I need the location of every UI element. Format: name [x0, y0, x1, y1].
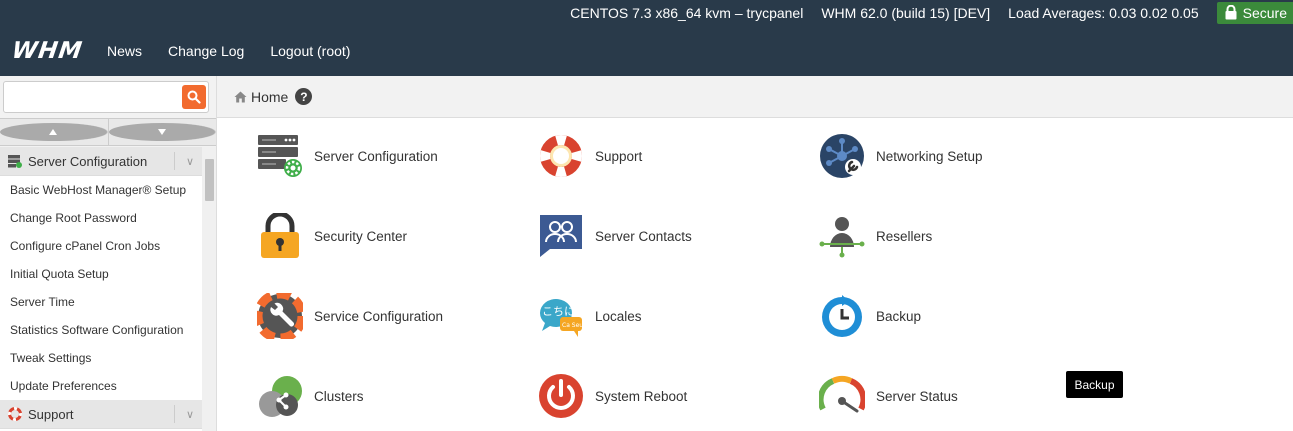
status-line: CENTOS 7.3 x86_64 kvm – trycpanel WHM 62… [570, 0, 1293, 25]
power-icon [538, 373, 584, 419]
tile-support[interactable]: Support [538, 133, 642, 179]
sidebar-item-change-root-password[interactable]: Change Root Password [0, 204, 202, 232]
tile-backup[interactable]: Backup [819, 293, 921, 339]
contacts-icon [538, 213, 584, 259]
tile-label: Backup [876, 308, 922, 324]
tile-label: Resellers [876, 228, 933, 244]
svg-text:Ca Seu: Ca Seu [562, 322, 583, 329]
tile-resellers[interactable]: Resellers [819, 213, 932, 259]
network-icon [819, 133, 865, 179]
padlock-icon [257, 213, 303, 259]
locales-icon: こちに Ca Seu [538, 293, 584, 339]
tile-server-configuration[interactable]: Server Configuration [257, 133, 438, 179]
search-input[interactable] [4, 82, 179, 112]
server-info: CENTOS 7.3 x86_64 kvm – trycpanel [570, 4, 804, 21]
lifebuoy-icon [538, 133, 584, 179]
tile-networking-setup[interactable]: Networking Setup [819, 133, 983, 179]
tile-service-configuration[interactable]: Service Configuration [257, 293, 443, 339]
sidebar-scroll-controls [0, 118, 216, 146]
lock-icon [1225, 5, 1237, 20]
tile-label: Server Contacts [595, 228, 692, 244]
tile-security-center[interactable]: Security Center [257, 213, 407, 259]
category-label: Server Configuration [28, 153, 148, 169]
whm-logo[interactable]: WHM [10, 38, 84, 64]
search-icon [187, 90, 201, 104]
tile-system-reboot[interactable]: System Reboot [538, 373, 687, 419]
sidebar-item-statistics-software[interactable]: Statistics Software Configuration [0, 316, 202, 344]
sidebar-item-tweak-settings[interactable]: Tweak Settings [0, 344, 202, 372]
tile-server-status[interactable]: Server Status [819, 373, 958, 419]
home-icon[interactable] [234, 91, 247, 103]
sidebar-item-update-preferences[interactable]: Update Preferences [0, 372, 202, 400]
tile-label: Locales [595, 308, 642, 324]
nav-logout[interactable]: Logout (root) [270, 43, 350, 59]
wrench-icon [257, 293, 303, 339]
sidebar-item-basic-webhost-manager-setup[interactable]: Basic WebHost Manager® Setup [0, 176, 202, 204]
tile-label: Security Center [314, 228, 408, 244]
secure-label: Secure [1242, 4, 1287, 21]
help-icon[interactable]: ? [295, 88, 313, 105]
tile-server-contacts[interactable]: Server Contacts [538, 213, 692, 259]
reseller-icon [819, 213, 865, 259]
chevron-down-icon[interactable]: ∨ [174, 152, 194, 170]
server-config-icon [8, 154, 22, 168]
sidebar-item-configure-cron-jobs[interactable]: Configure cPanel Cron Jobs [0, 232, 202, 260]
chevron-down-icon[interactable]: ∨ [174, 405, 194, 423]
sidebar-item-initial-quota-setup[interactable]: Initial Quota Setup [0, 260, 202, 288]
server-config-icon [257, 133, 303, 179]
scroll-down-button[interactable] [108, 119, 216, 145]
tile-locales[interactable]: こちに Ca Seu Locales [538, 293, 642, 339]
sidebar: Server Configuration ∨ Basic WebHost Man… [0, 76, 217, 431]
nav-change-log[interactable]: Change Log [168, 43, 244, 59]
sidebar-item-server-time[interactable]: Server Time [0, 288, 202, 316]
sidebar-menu: Server Configuration ∨ Basic WebHost Man… [0, 147, 202, 431]
category-label: Support [28, 406, 74, 422]
gauge-icon [819, 373, 865, 419]
tooltip-backup: Backup [1066, 371, 1123, 398]
tile-label: Clusters [314, 388, 364, 404]
clusters-icon [257, 373, 303, 419]
tile-label: Service Configuration [314, 308, 444, 324]
tile-label: System Reboot [595, 388, 688, 404]
sidebar-search [3, 81, 209, 113]
tile-clusters[interactable]: Clusters [257, 373, 364, 419]
arrow-down-icon [108, 123, 216, 141]
tile-label: Server Configuration [314, 148, 438, 164]
breadcrumb: Home ? [217, 76, 1293, 118]
search-button[interactable] [182, 85, 206, 109]
tile-label: Server Status [876, 388, 958, 404]
arrow-up-icon [0, 123, 108, 141]
category-support[interactable]: Support ∨ [0, 400, 202, 429]
backup-icon [819, 293, 865, 339]
lifebuoy-icon [8, 407, 22, 421]
svg-text:こちに: こちに [542, 305, 575, 318]
scroll-up-button[interactable] [0, 119, 109, 145]
top-nav: News Change Log Logout (root) [107, 43, 376, 59]
category-server-configuration[interactable]: Server Configuration ∨ [0, 147, 202, 176]
sidebar-scrollbar[interactable] [202, 147, 216, 431]
whm-version: WHM 62.0 (build 15) [DEV] [821, 4, 991, 21]
top-bar: CENTOS 7.3 x86_64 kvm – trycpanel WHM 62… [0, 0, 1293, 76]
server-configuration-items: Basic WebHost Manager® Setup Change Root… [0, 176, 202, 400]
load-averages: Load Averages: 0.03 0.02 0.05 [1008, 4, 1199, 21]
tile-label: Support [595, 148, 643, 164]
nav-news[interactable]: News [107, 43, 142, 59]
tile-label: Networking Setup [876, 148, 983, 164]
secure-badge[interactable]: Secure [1216, 1, 1293, 24]
scrollbar-thumb[interactable] [205, 159, 214, 201]
breadcrumb-home[interactable]: Home [251, 89, 288, 105]
